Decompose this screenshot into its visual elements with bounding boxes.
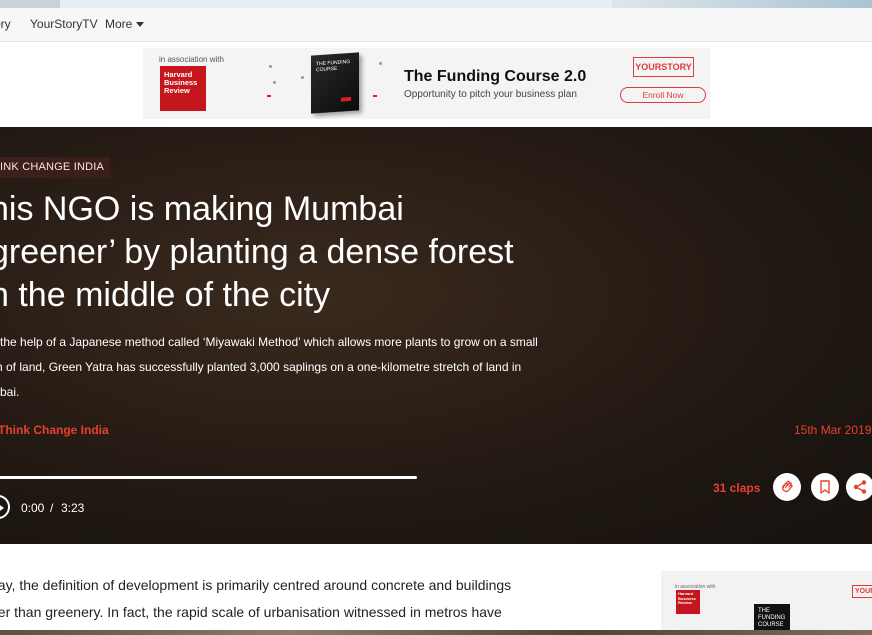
author-link[interactable]: Think Change India	[0, 423, 109, 437]
course-box-image: THE FUNDING COURSE	[311, 52, 359, 114]
side-ad-yourstory-logo: YOURS	[852, 585, 872, 598]
decor-dot	[269, 65, 272, 68]
article-image-top-edge	[0, 630, 872, 635]
bookmark-icon	[820, 480, 830, 494]
top-photo-left	[0, 0, 60, 8]
banner-title: The Funding Course 2.0	[404, 68, 587, 85]
nav-item-story[interactable]: ory	[0, 17, 11, 31]
article-body-preview: day, the definition of development is pr…	[0, 577, 512, 620]
play-button[interactable]	[0, 495, 10, 519]
decor-dot	[301, 76, 304, 79]
side-ad-hbr-text: Harvard Business Review	[678, 591, 696, 605]
banner-subtitle: Opportunity to pitch your business plan	[404, 89, 577, 100]
course-box-text: THE FUNDING COURSE	[316, 58, 351, 74]
decor-dot	[373, 95, 377, 97]
article-summary: n the help of a Japanese method called ‘…	[0, 335, 538, 399]
share-icon	[853, 480, 867, 494]
article-headline: his NGO is making Mumbai greener’ by pla…	[0, 190, 514, 314]
side-ad-hbr-logo: Harvard Business Review	[676, 590, 700, 614]
article-hero: INK CHANGE INDIA his NGO is making Mumba…	[0, 127, 872, 544]
enroll-now-button[interactable]: Enroll Now	[620, 87, 706, 103]
share-button[interactable]	[846, 473, 872, 501]
audio-progress-bar[interactable]	[0, 476, 417, 479]
top-photo-sky	[612, 0, 872, 8]
decor-dot	[267, 95, 271, 97]
course-box-accent	[341, 96, 351, 102]
audio-total-time: 3:23	[61, 501, 85, 515]
yourstory-logo: YOURSTORY	[633, 57, 694, 77]
play-icon	[0, 503, 4, 513]
audio-time-separator: /	[50, 501, 54, 515]
nav-more-menu[interactable]: More	[105, 17, 145, 31]
bookmark-button[interactable]	[811, 473, 839, 501]
hbr-logo: Harvard Business Review	[160, 66, 206, 111]
category-tag[interactable]: INK CHANGE INDIA	[0, 157, 111, 178]
decor-dot	[273, 81, 276, 84]
clap-icon	[782, 480, 793, 493]
publish-date: 15th Mar 2019	[794, 423, 872, 437]
top-nav: ory YourStoryTV More	[0, 8, 872, 42]
clap-button[interactable]	[773, 473, 801, 501]
claps-count: 31 claps	[713, 481, 761, 495]
funding-course-banner-ad[interactable]: in association with Harvard Business Rev…	[143, 48, 710, 119]
chevron-down-icon	[136, 22, 145, 28]
side-ad-course-text: THE FUNDING COURSE	[758, 608, 786, 628]
nav-item-yourstorytv[interactable]: YourStoryTV	[30, 17, 98, 31]
audio-current-time: 0:00	[21, 501, 45, 515]
hbr-logo-text: Harvard Business Review	[164, 70, 198, 95]
side-banner-ad[interactable]: in association with Harvard Business Rev…	[661, 571, 872, 635]
nav-more-label: More	[105, 17, 133, 31]
banner-association-text: in association with	[159, 55, 224, 64]
decor-dot	[379, 62, 382, 65]
top-photo-strip	[0, 0, 872, 8]
